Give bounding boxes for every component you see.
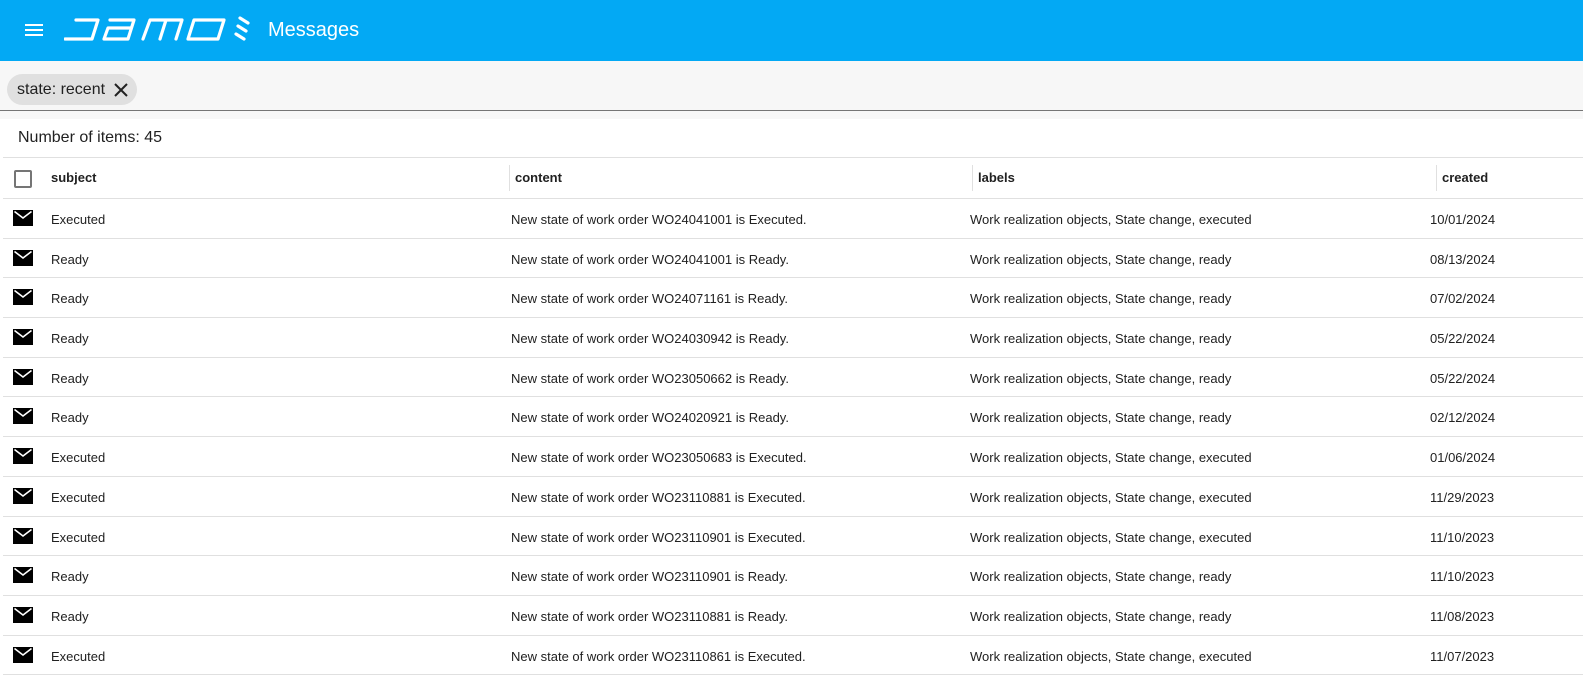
cell-labels: Work realization objects, State change, … <box>970 331 1232 347</box>
cell-labels: Work realization objects, State change, … <box>970 370 1232 386</box>
cell-created: 08/13/2024 <box>1430 251 1496 267</box>
cell-subject: Ready <box>51 410 89 426</box>
cell-labels: Work realization objects, State change, … <box>970 648 1252 664</box>
table-row[interactable]: Executed New state of work order WO231108… <box>3 477 1583 517</box>
cell-created: 01/06/2024 <box>1430 450 1496 466</box>
envelope-icon <box>12 527 34 545</box>
close-icon[interactable] <box>111 80 131 100</box>
cell-content: New state of work order WO24071161 is Re… <box>511 291 788 307</box>
table-row[interactable]: Ready New state of work order WO23050662 … <box>3 358 1583 398</box>
page-title: Messages <box>268 19 360 41</box>
cell-created: 07/02/2024 <box>1430 291 1496 307</box>
cell-labels: Work realization objects, State change, … <box>970 450 1252 466</box>
cell-content: New state of work order WO24020921 is Re… <box>511 410 789 426</box>
hamburger-menu-icon[interactable] <box>20 16 48 44</box>
cell-content: New state of work order WO23050662 is Re… <box>511 370 789 386</box>
cell-created: 11/07/2023 <box>1430 648 1495 664</box>
cell-content: New state of work order WO24030942 is Re… <box>511 331 789 347</box>
messages-table: subject content labels created Executed N… <box>3 157 1583 676</box>
filter-chip-label: state: recent <box>17 80 106 98</box>
cell-content: New state of work order WO23110861 is Ex… <box>511 648 806 664</box>
cell-labels: Work realization objects, State change, … <box>970 410 1232 426</box>
table-row[interactable]: Ready New state of work order WO24020921 … <box>3 397 1583 438</box>
app-header: Messages <box>0 0 1583 61</box>
cell-labels: Work realization objects, State change, … <box>970 251 1232 267</box>
cell-created: 05/22/2024 <box>1430 370 1496 386</box>
cell-created: 11/08/2023 <box>1430 608 1495 624</box>
column-resize-handle[interactable] <box>509 165 510 191</box>
envelope-icon <box>12 487 34 505</box>
cell-labels: Work realization objects, State change, … <box>970 489 1252 505</box>
envelope-icon <box>12 328 34 346</box>
column-resize-handle[interactable] <box>1436 165 1437 191</box>
cell-created: 11/10/2023 <box>1430 569 1495 585</box>
column-header-content[interactable]: content <box>515 158 562 198</box>
cell-created: 11/10/2023 <box>1430 529 1495 545</box>
envelope-icon <box>12 407 34 425</box>
table-row[interactable]: Executed New state of work order WO231109… <box>3 517 1583 557</box>
cell-created: 10/01/2024 <box>1430 212 1496 227</box>
table-row[interactable]: Executed New state of work order WO240410… <box>3 199 1583 239</box>
filter-bar-padding <box>0 111 1583 119</box>
table-body: Executed New state of work order WO240410… <box>3 199 1583 676</box>
cell-labels: Work realization objects, State change, … <box>970 608 1232 624</box>
envelope-icon <box>12 606 34 624</box>
cell-subject: Executed <box>51 450 106 466</box>
cell-labels: Work realization objects, State change, … <box>970 291 1232 307</box>
envelope-icon <box>12 249 34 267</box>
cell-labels: Work realization objects, State change, … <box>970 212 1252 227</box>
cell-content: New state of work order WO23050683 is Ex… <box>511 450 807 466</box>
cell-content: New state of work order WO24041001 is Re… <box>511 251 789 267</box>
cell-subject: Executed <box>51 212 106 227</box>
filter-bar: state: recent <box>0 61 1583 111</box>
select-all-checkbox[interactable] <box>14 170 32 188</box>
cell-content: New state of work order WO23110901 is Ex… <box>511 529 806 545</box>
samo-logo <box>63 14 250 46</box>
table-row[interactable]: Ready New state of work order WO24071161 … <box>3 278 1583 319</box>
envelope-icon <box>12 288 34 306</box>
cell-subject: Executed <box>51 648 106 664</box>
envelope-icon <box>12 368 34 386</box>
envelope-icon <box>12 209 34 227</box>
column-header-subject[interactable]: subject <box>51 158 97 198</box>
cell-subject: Ready <box>51 608 89 624</box>
envelope-icon <box>12 447 34 465</box>
table-row[interactable]: Ready New state of work order WO23110881 … <box>3 596 1583 636</box>
cell-labels: Work realization objects, State change, … <box>970 569 1232 585</box>
cell-content: New state of work order WO23110881 is Ex… <box>511 489 806 505</box>
table-row[interactable]: Ready New state of work order WO24030942 … <box>3 318 1583 358</box>
items-count: Number of items: 45 <box>18 129 163 146</box>
table-header: subject content labels created <box>3 158 1583 199</box>
cell-subject: Executed <box>51 489 106 505</box>
column-header-created[interactable]: created <box>1442 158 1488 198</box>
column-header-labels[interactable]: labels <box>978 158 1015 198</box>
cell-subject: Ready <box>51 569 89 585</box>
cell-content: New state of work order WO24041001 is Ex… <box>511 212 807 227</box>
table-row[interactable]: Executed New state of work order WO230506… <box>3 437 1583 477</box>
filter-chip-state[interactable]: state: recent <box>7 74 138 105</box>
cell-created: 02/12/2024 <box>1430 410 1496 426</box>
envelope-icon <box>12 566 34 584</box>
table-row[interactable]: Executed New state of work order WO231108… <box>3 636 1583 676</box>
table-row[interactable]: Ready New state of work order WO24041001 … <box>3 239 1583 279</box>
cell-labels: Work realization objects, State change, … <box>970 529 1252 545</box>
cell-subject: Ready <box>51 251 89 267</box>
envelope-icon <box>12 646 34 664</box>
cell-subject: Ready <box>51 370 89 386</box>
column-resize-handle[interactable] <box>972 165 973 191</box>
cell-subject: Ready <box>51 291 89 307</box>
cell-created: 11/29/2023 <box>1430 489 1495 505</box>
cell-content: New state of work order WO23110881 is Re… <box>511 608 788 624</box>
cell-created: 05/22/2024 <box>1430 331 1496 347</box>
cell-subject: Ready <box>51 331 89 347</box>
cell-subject: Executed <box>51 529 106 545</box>
table-row[interactable]: Ready New state of work order WO23110901 … <box>3 556 1583 596</box>
cell-content: New state of work order WO23110901 is Re… <box>511 569 788 585</box>
